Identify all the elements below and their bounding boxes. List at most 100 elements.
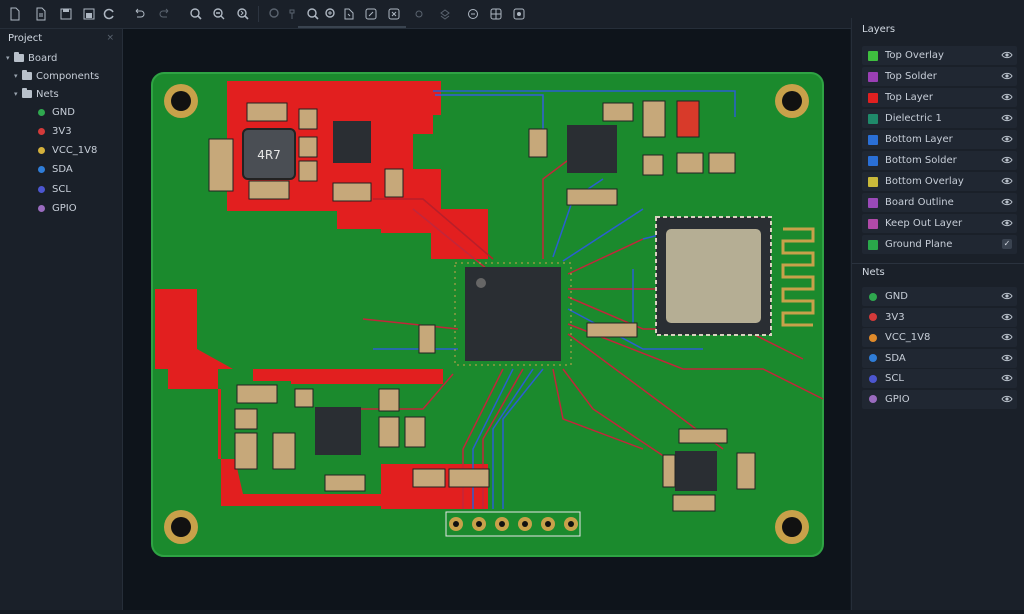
visibility-checkbox[interactable]: ✓ bbox=[1002, 239, 1012, 249]
zoom-out-icon[interactable] bbox=[234, 5, 252, 23]
eye-icon[interactable] bbox=[1001, 332, 1013, 342]
eye-icon[interactable] bbox=[1001, 312, 1013, 322]
layer-color-swatch bbox=[868, 50, 878, 61]
net-row-vcc_1v8[interactable]: VCC_1V8 bbox=[862, 328, 1017, 347]
refresh-icon[interactable] bbox=[100, 5, 118, 23]
layer-row-dielectric-1[interactable]: Dielectric 1 bbox=[862, 109, 1017, 128]
route-icon[interactable] bbox=[340, 5, 358, 23]
pcb-canvas[interactable]: 4R7 bbox=[123, 29, 850, 610]
eye-icon[interactable] bbox=[1001, 353, 1013, 363]
layer-row-bottom-solder[interactable]: Bottom Solder bbox=[862, 151, 1017, 170]
eye-icon[interactable] bbox=[1001, 113, 1013, 123]
net-color-dot bbox=[869, 313, 877, 321]
tree-item-label: 3V3 bbox=[52, 125, 72, 137]
chevron-down-icon[interactable]: ▾ bbox=[14, 72, 22, 80]
tree-folder-board[interactable]: ▾ Board bbox=[6, 49, 57, 67]
save-icon[interactable] bbox=[57, 5, 75, 23]
tree-folder-nets[interactable]: ▾ Nets bbox=[14, 85, 59, 103]
tree-item-label: GND bbox=[52, 106, 75, 118]
folder-icon bbox=[22, 88, 32, 98]
net-color-dot bbox=[869, 374, 877, 383]
tree-net-gnd[interactable]: GND bbox=[38, 103, 75, 121]
tree-net-gpio[interactable]: GPIO bbox=[38, 199, 77, 217]
layer-color-swatch bbox=[868, 134, 878, 145]
net-label: SDA bbox=[885, 352, 906, 364]
net-row-scl[interactable]: SCL bbox=[862, 369, 1017, 388]
eye-icon[interactable] bbox=[1001, 373, 1013, 383]
layer-label: Board Outline bbox=[885, 197, 954, 208]
pan-icon[interactable] bbox=[284, 5, 302, 23]
eye-icon[interactable] bbox=[1001, 197, 1013, 207]
save-all-icon[interactable] bbox=[80, 5, 98, 23]
net-label: SCL bbox=[885, 373, 904, 384]
layer-label: Bottom Overlay bbox=[885, 176, 964, 187]
ic-driver bbox=[315, 407, 361, 455]
drc-icon[interactable] bbox=[385, 5, 403, 23]
layer-color-swatch bbox=[868, 113, 878, 124]
new-file-icon[interactable] bbox=[6, 5, 24, 23]
layer-label: Dielectric 1 bbox=[885, 113, 942, 124]
net-color-dot bbox=[869, 333, 877, 342]
zoom-fit-icon[interactable] bbox=[210, 5, 228, 23]
net-row-3v3[interactable]: 3V3 bbox=[862, 307, 1017, 327]
layers-icon[interactable] bbox=[436, 5, 454, 23]
zoom-in-icon[interactable] bbox=[187, 5, 205, 23]
chevron-down-icon[interactable]: ▾ bbox=[6, 54, 14, 62]
layer-row-board-outline[interactable]: Board Outline bbox=[862, 193, 1017, 212]
eye-icon[interactable] bbox=[1001, 394, 1013, 404]
eye-icon[interactable] bbox=[1001, 218, 1013, 228]
settings-icon[interactable] bbox=[410, 5, 428, 23]
layer-row-top-solder[interactable]: Top Solder bbox=[862, 67, 1017, 86]
nets-title: Nets bbox=[862, 266, 885, 278]
net-row-gpio[interactable]: GPIO bbox=[862, 389, 1017, 409]
measure-icon[interactable] bbox=[322, 5, 340, 23]
undo-icon[interactable] bbox=[130, 5, 148, 23]
eye-icon[interactable] bbox=[1001, 155, 1013, 165]
net-row-sda[interactable]: SDA bbox=[862, 348, 1017, 368]
layer-row-bottom-layer[interactable]: Bottom Layer bbox=[862, 130, 1017, 149]
tree-net-vcc_1v8[interactable]: VCC_1V8 bbox=[38, 141, 97, 159]
layer-color-swatch bbox=[868, 92, 878, 103]
eye-icon[interactable] bbox=[1001, 71, 1013, 81]
layer-row-ground-plane[interactable]: Ground Plane ✓ bbox=[862, 235, 1017, 254]
layer-color-swatch bbox=[868, 239, 878, 250]
snap-icon[interactable] bbox=[510, 5, 528, 23]
net-label: 3V3 bbox=[885, 311, 905, 323]
select-icon[interactable] bbox=[266, 5, 284, 23]
via-icon[interactable] bbox=[362, 5, 380, 23]
layer-label: Bottom Layer bbox=[885, 134, 953, 145]
tree-net-scl[interactable]: SCL bbox=[38, 180, 71, 198]
export-icon[interactable] bbox=[464, 5, 482, 23]
net-color-dot bbox=[38, 108, 45, 116]
layer-row-top-overlay[interactable]: Top Overlay bbox=[862, 46, 1017, 65]
layers-title: Layers bbox=[862, 23, 896, 35]
ic-io bbox=[675, 451, 717, 491]
tree-item-label: SCL bbox=[52, 183, 71, 195]
net-color-dot bbox=[38, 165, 45, 173]
tree-folder-components[interactable]: ▾ Components bbox=[14, 67, 99, 85]
folder-icon bbox=[22, 70, 32, 80]
tree-net-sda[interactable]: SDA bbox=[38, 160, 73, 178]
layer-label: Top Layer bbox=[885, 92, 933, 103]
close-icon[interactable]: × bbox=[106, 33, 114, 43]
inductor-label: 4R7 bbox=[257, 148, 281, 162]
layer-row-top-layer[interactable]: Top Layer bbox=[862, 88, 1017, 107]
eye-icon[interactable] bbox=[1001, 176, 1013, 186]
zoom-area-icon[interactable] bbox=[304, 5, 322, 23]
eye-icon[interactable] bbox=[1001, 92, 1013, 102]
eye-icon[interactable] bbox=[1001, 50, 1013, 60]
redo-icon[interactable] bbox=[156, 5, 174, 23]
eye-icon[interactable] bbox=[1001, 291, 1013, 301]
layer-row-bottom-overlay[interactable]: Bottom Overlay bbox=[862, 172, 1017, 191]
tree-net-3v3[interactable]: 3V3 bbox=[38, 122, 72, 140]
open-file-icon[interactable] bbox=[32, 5, 50, 23]
layer-row-keep-out-layer[interactable]: Keep Out Layer bbox=[862, 214, 1017, 233]
layers-panel: Layers Top Overlay Top Solder Top Layer Die… bbox=[851, 18, 1024, 610]
layer-label: Bottom Solder bbox=[885, 155, 957, 166]
eye-icon[interactable] bbox=[1001, 134, 1013, 144]
tree-item-label: SDA bbox=[52, 163, 73, 175]
grid-icon[interactable] bbox=[487, 5, 505, 23]
net-row-gnd[interactable]: GND bbox=[862, 287, 1017, 306]
ic-regulator bbox=[333, 121, 371, 163]
chevron-down-icon[interactable]: ▾ bbox=[14, 90, 22, 98]
